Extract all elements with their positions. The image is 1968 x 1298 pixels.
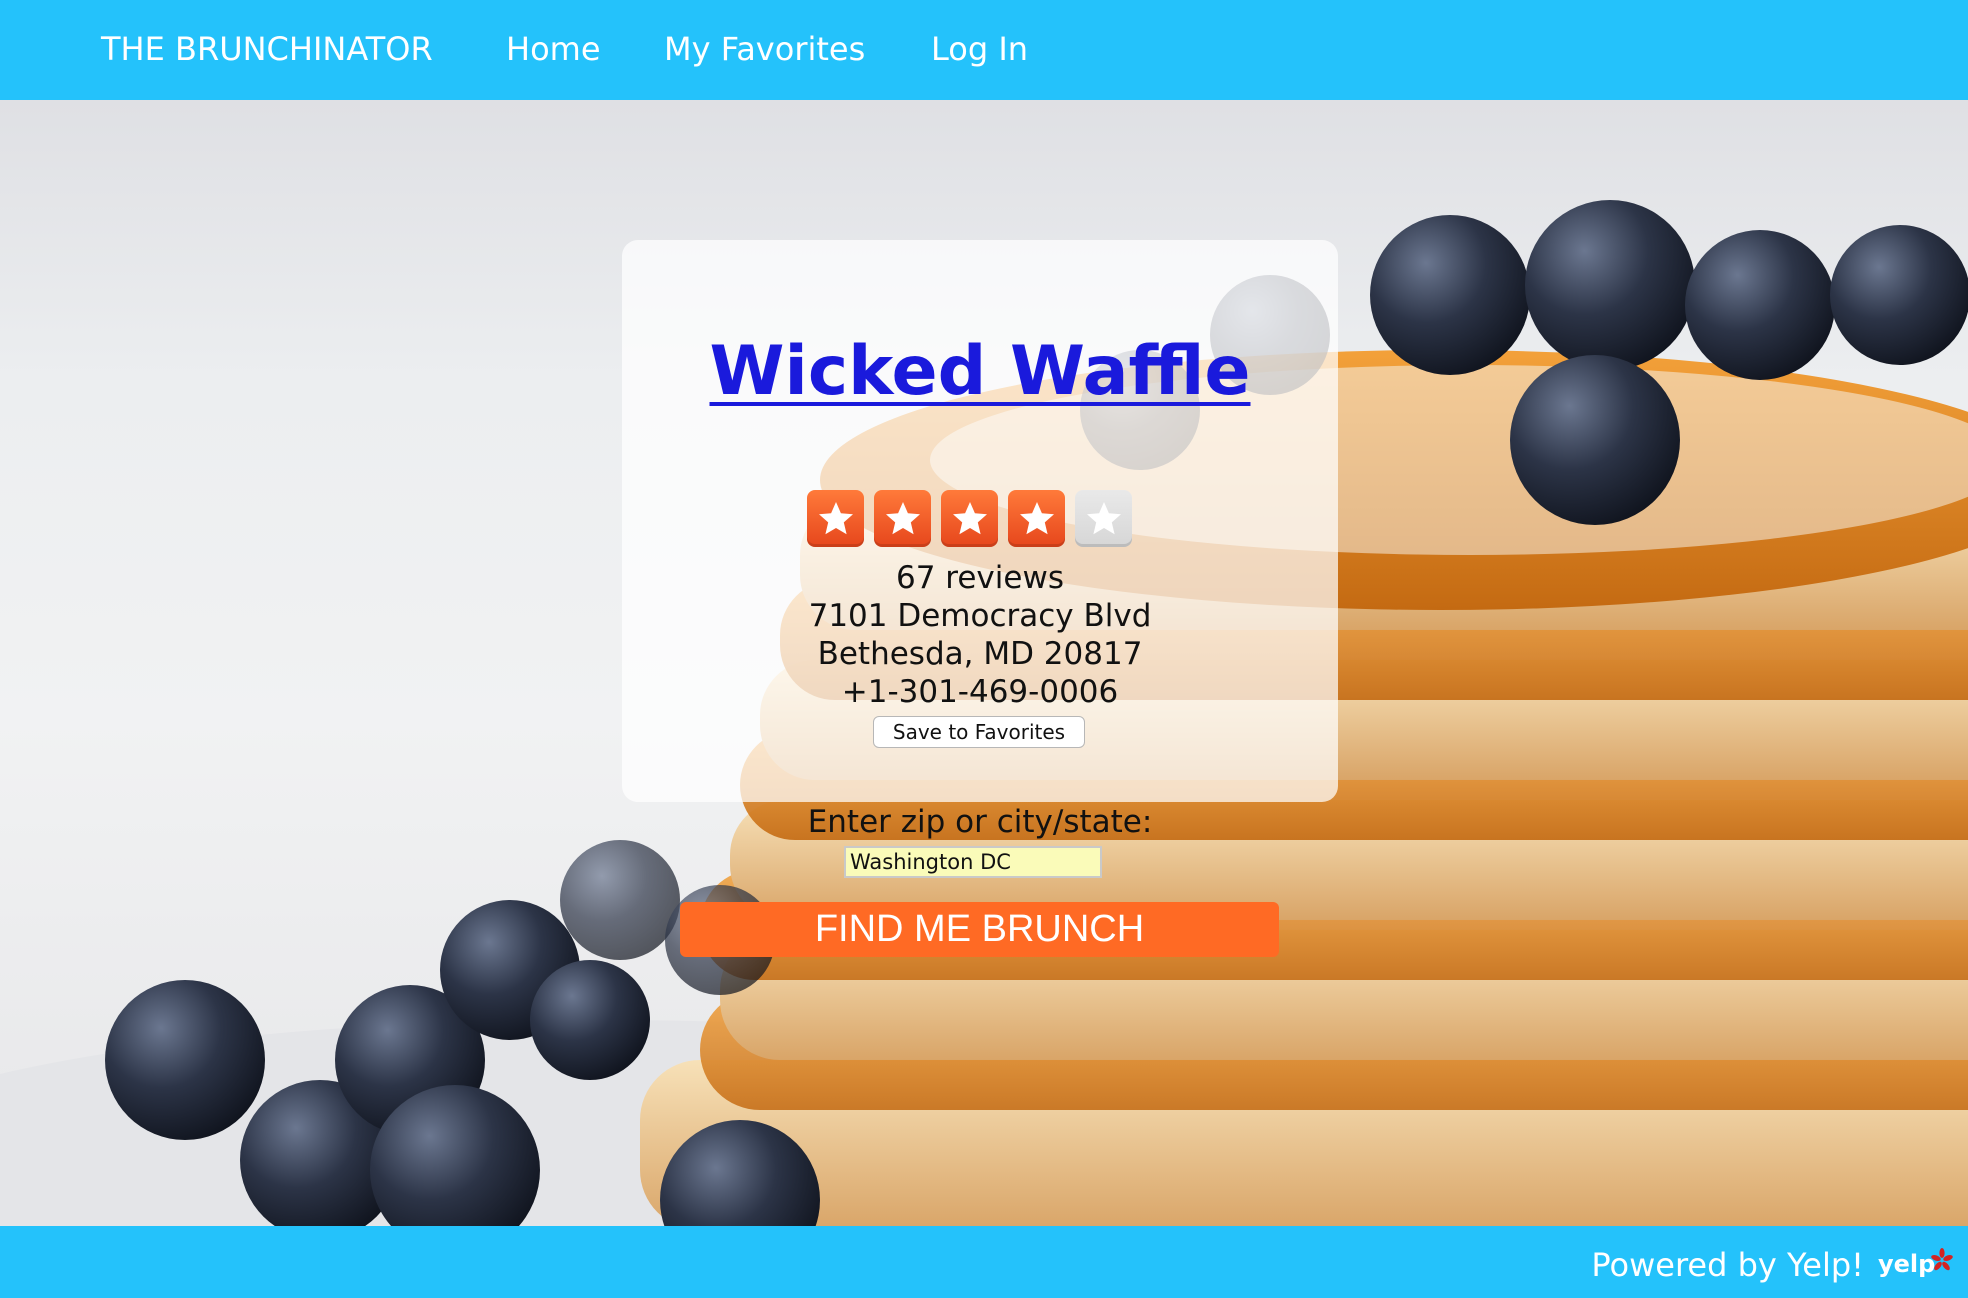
find-brunch-button[interactable]: FIND ME BRUNCH <box>680 902 1279 957</box>
location-input[interactable] <box>844 846 1102 878</box>
save-to-favorites-button[interactable]: Save to Favorites <box>873 716 1085 748</box>
zip-label: Enter zip or city/state: <box>807 804 1153 840</box>
star-icon <box>941 490 998 547</box>
address-street: 7101 Democracy Blvd <box>808 598 1152 634</box>
restaurant-name-link[interactable]: Wicked Waffle <box>622 332 1338 411</box>
navbar: THE BRUNCHINATOR Home My Favorites Log I… <box>0 0 1968 100</box>
footer: Powered by Yelp! yelp <box>0 1226 1968 1298</box>
star-icon <box>1008 490 1065 547</box>
star-icon <box>807 490 864 547</box>
yelp-logo-icon: yelp <box>1878 1248 1953 1278</box>
nav-login-link[interactable]: Log In <box>931 30 1028 68</box>
nav-favorites-link[interactable]: My Favorites <box>664 30 865 68</box>
star-rating <box>807 490 1132 547</box>
star-icon <box>1075 490 1132 547</box>
star-icon <box>874 490 931 547</box>
phone-number: +1-301-469-0006 <box>841 674 1119 710</box>
address-city: Bethesda, MD 20817 <box>817 636 1143 672</box>
yelp-logo-text: yelp <box>1878 1250 1935 1278</box>
powered-by-text: Powered by Yelp! <box>1591 1246 1864 1284</box>
brand-link[interactable]: THE BRUNCHINATOR <box>101 30 433 68</box>
nav-home-link[interactable]: Home <box>506 30 601 68</box>
restaurant-card: Wicked Waffle 67 reviews 7101 Democracy … <box>622 240 1338 802</box>
review-count: 67 reviews <box>896 560 1064 596</box>
